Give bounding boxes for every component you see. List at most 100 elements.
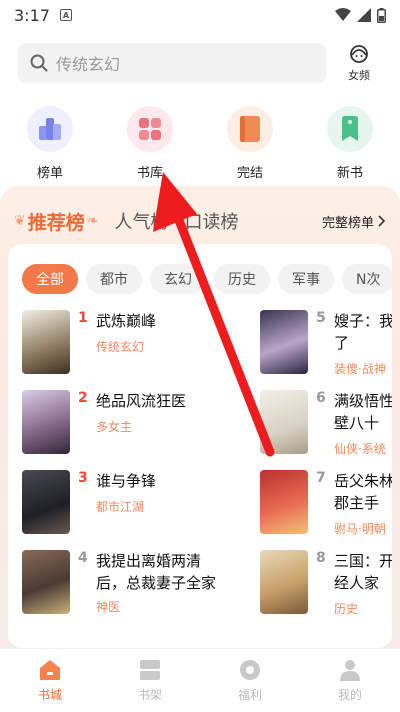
wifi-icon bbox=[335, 8, 351, 21]
book-tag: 驸马·明朝 bbox=[334, 522, 386, 536]
book-cover bbox=[260, 390, 308, 454]
nav-item-completed[interactable]: 完结 bbox=[210, 106, 290, 190]
tab-bookstore[interactable]: 书城 bbox=[0, 649, 100, 712]
rank-number: 1 bbox=[78, 310, 88, 326]
book-cover bbox=[260, 470, 308, 534]
book-text: 谁与争锋 都市江湖 bbox=[96, 470, 156, 515]
full-ranking-link[interactable]: 完整榜单 bbox=[322, 212, 386, 231]
ranking-tabs: ❦ 推荐榜 ❧ 人气榜 口读榜 完整榜单 bbox=[0, 186, 400, 238]
book-text: 我提出离婚两清后，总裁妻子全家 神医 bbox=[96, 550, 226, 615]
rank-number: 8 bbox=[316, 550, 326, 566]
chip-anime[interactable]: N次 bbox=[342, 264, 392, 294]
bottom-tab-bar: 书城 书架 福利 我的 bbox=[0, 648, 400, 712]
search-row: 传统玄幻 女频 bbox=[0, 30, 400, 90]
female-avatar-icon bbox=[350, 45, 368, 63]
nav-item-library[interactable]: 书库 bbox=[110, 106, 190, 190]
nav-label-library: 书库 bbox=[136, 166, 163, 181]
status-icons bbox=[335, 7, 386, 23]
battery-icon bbox=[377, 7, 386, 23]
book-tag: 传统玄幻 bbox=[96, 340, 145, 354]
nav-item-new-books[interactable]: 新书 bbox=[310, 106, 390, 190]
new-book-tag-icon bbox=[327, 106, 373, 152]
status-time: 3:17 bbox=[14, 5, 50, 25]
rank-number: 5 bbox=[316, 310, 326, 326]
tab-label-bookstore: 书城 bbox=[37, 688, 62, 702]
tab-recommended[interactable]: ❦ 推荐榜 ❧ bbox=[14, 208, 98, 235]
bookstore-icon bbox=[40, 660, 60, 680]
book-item[interactable]: 6 满级悟性面壁八十 仙侠·系统 bbox=[260, 384, 392, 464]
nav-item-rankings[interactable]: 榜单 bbox=[10, 106, 90, 190]
book-cover bbox=[260, 310, 308, 374]
book-text: 三国：开正经人家 历史 bbox=[334, 550, 392, 617]
book-tag: 多女主 bbox=[96, 420, 133, 434]
search-placeholder: 传统玄幻 bbox=[56, 55, 121, 74]
book-column-left: 1 武炼巅峰 传统玄幻 2 绝品风流狂医 多女主 3 谁与争锋 都市江湖 4 我… bbox=[22, 304, 260, 640]
laurel-right-icon: ❧ bbox=[86, 213, 99, 229]
gender-switch-button[interactable]: 女频 bbox=[332, 43, 386, 83]
nav-label-rankings: 榜单 bbox=[36, 166, 63, 181]
tab-popular[interactable]: 人气榜 bbox=[114, 208, 168, 234]
book-title: 我提出离婚两清后，总裁妻子全家 bbox=[96, 552, 217, 592]
rank-number: 3 bbox=[78, 470, 88, 486]
library-icon bbox=[127, 106, 173, 152]
completed-book-icon bbox=[227, 106, 273, 152]
chip-history[interactable]: 历史 bbox=[214, 264, 270, 294]
book-cover bbox=[22, 310, 70, 374]
gender-label: 女频 bbox=[348, 69, 370, 82]
book-item[interactable]: 3 谁与争锋 都市江湖 bbox=[22, 464, 260, 544]
book-text: 绝品风流狂医 多女主 bbox=[96, 390, 186, 435]
book-item[interactable]: 5 嫂子：我子了 装傻·战神 bbox=[260, 304, 392, 384]
book-item[interactable]: 1 武炼巅峰 传统玄幻 bbox=[22, 304, 260, 384]
book-item[interactable]: 4 我提出离婚两清后，总裁妻子全家 神医 bbox=[22, 544, 260, 640]
ranking-list-panel: 全部 都市 玄幻 历史 军事 N次 1 武炼巅峰 传统玄幻 2 绝品风流狂医 多… bbox=[8, 244, 392, 648]
book-tag: 历史 bbox=[334, 602, 359, 616]
tab-recommended-label: 推荐榜 bbox=[27, 211, 85, 234]
book-title: 三国：开正经人家 bbox=[334, 552, 392, 592]
tab-profile[interactable]: 我的 bbox=[300, 649, 400, 712]
signal-icon bbox=[357, 8, 371, 22]
notification-icon: A bbox=[59, 9, 72, 21]
book-item[interactable]: 8 三国：开正经人家 历史 bbox=[260, 544, 392, 624]
book-text: 岳父朱林容郡主手 驸马·明朝 bbox=[334, 470, 392, 537]
book-text: 满级悟性面壁八十 仙侠·系统 bbox=[334, 390, 392, 457]
tab-label-bookshelf: 书架 bbox=[137, 688, 162, 702]
status-bar: 3:17 A bbox=[0, 0, 400, 30]
profile-icon bbox=[340, 660, 360, 681]
book-item[interactable]: 7 岳父朱林容郡主手 驸马·明朝 bbox=[260, 464, 392, 544]
book-title: 嫂子：我子了 bbox=[334, 312, 392, 352]
search-icon bbox=[30, 54, 48, 72]
rank-number: 7 bbox=[316, 470, 326, 486]
book-text: 嫂子：我子了 装傻·战神 bbox=[334, 310, 392, 377]
book-column-right: 5 嫂子：我子了 装傻·战神 6 满级悟性面壁八十 仙侠·系统 bbox=[260, 304, 392, 640]
tab-label-profile: 我的 bbox=[337, 688, 362, 702]
ranking-card: ❦ 推荐榜 ❧ 人气榜 口读榜 完整榜单 全部 都市 玄幻 历史 军事 N次 1 bbox=[0, 186, 400, 648]
rank-number: 4 bbox=[78, 550, 88, 566]
book-cover bbox=[260, 550, 308, 614]
chip-urban[interactable]: 都市 bbox=[86, 264, 142, 294]
nav-label-completed: 完结 bbox=[236, 166, 263, 181]
category-chips: 全部 都市 玄幻 历史 军事 N次 bbox=[8, 244, 392, 304]
rankings-icon bbox=[27, 106, 73, 152]
book-title: 绝品风流狂医 bbox=[96, 392, 187, 410]
tab-reading[interactable]: 口读榜 bbox=[184, 208, 238, 234]
search-input[interactable]: 传统玄幻 bbox=[18, 43, 326, 83]
chip-military[interactable]: 军事 bbox=[278, 264, 334, 294]
chip-all[interactable]: 全部 bbox=[22, 264, 78, 294]
book-title: 满级悟性面壁八十 bbox=[334, 392, 392, 432]
laurel-left-icon: ❦ bbox=[14, 213, 26, 229]
tab-label-benefits: 福利 bbox=[237, 688, 262, 702]
rank-number: 2 bbox=[78, 390, 88, 406]
benefits-coin-icon bbox=[240, 660, 260, 680]
book-cover bbox=[22, 390, 70, 454]
bookshelf-icon bbox=[140, 660, 160, 680]
book-tag: 仙侠·系统 bbox=[334, 442, 386, 456]
chip-fantasy[interactable]: 玄幻 bbox=[150, 264, 206, 294]
book-cover bbox=[22, 550, 70, 614]
tab-benefits[interactable]: 福利 bbox=[200, 649, 300, 712]
book-title: 岳父朱林容郡主手 bbox=[334, 472, 392, 512]
tab-bookshelf[interactable]: 书架 bbox=[100, 649, 200, 712]
book-columns: 1 武炼巅峰 传统玄幻 2 绝品风流狂医 多女主 3 谁与争锋 都市江湖 4 我… bbox=[8, 304, 392, 640]
book-tag: 装傻·战神 bbox=[334, 362, 386, 376]
nav-label-new-books: 新书 bbox=[336, 166, 363, 181]
book-item[interactable]: 2 绝品风流狂医 多女主 bbox=[22, 384, 260, 464]
